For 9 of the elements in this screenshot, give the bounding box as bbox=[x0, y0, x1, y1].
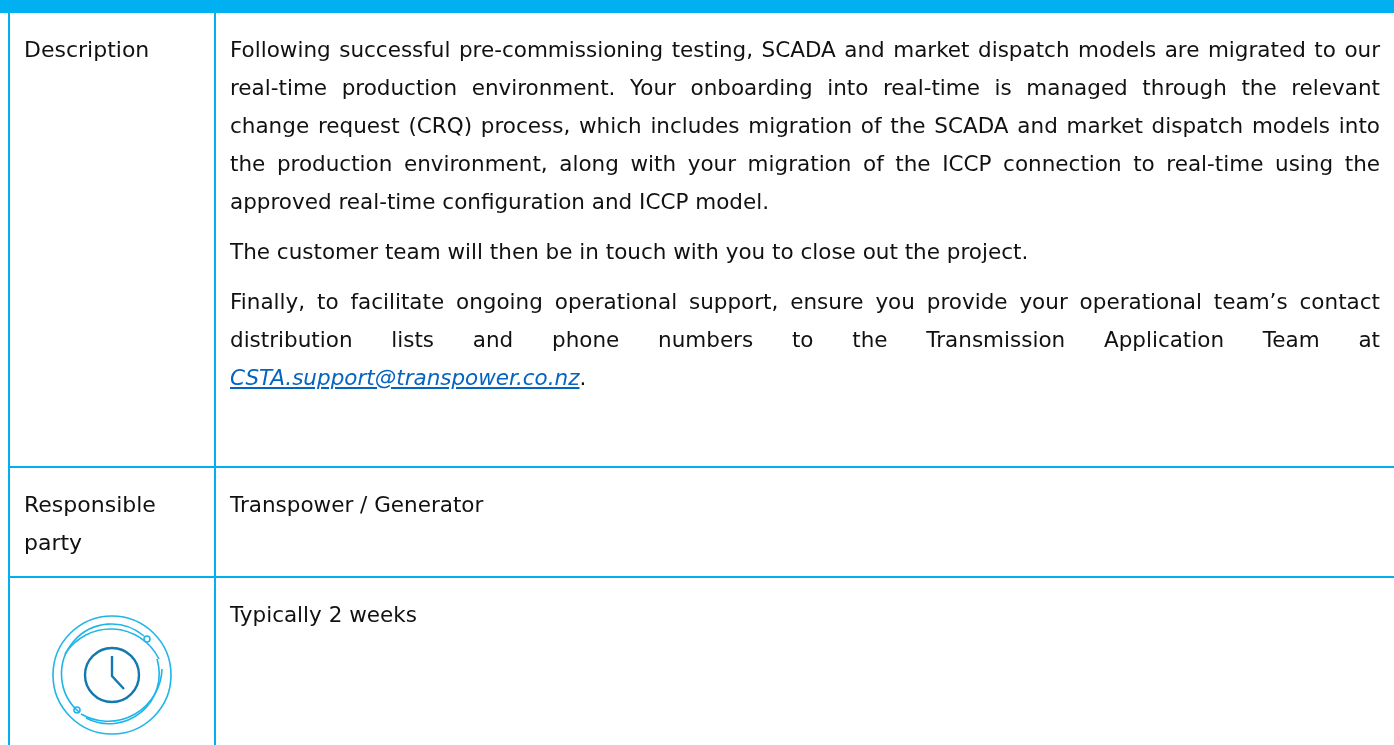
paragraph: Transpower / Generator bbox=[230, 491, 485, 519]
paragraph: The customer team will then be in touch with you to close out the project. bbox=[230, 238, 1030, 266]
paragraph: Typically 2 weeks bbox=[230, 601, 418, 629]
clock-icon bbox=[51, 614, 173, 736]
row-label: Responsible party bbox=[24, 491, 157, 557]
paragraph: Following successful pre-commissioning testing, SCADA and market dispatch models are migrated to our real-time production environment. Your onboarding into real-time is managed through the relevant change request (CRQ) process, which includes migration of the SCADA and market dispatch models into the production environment, along with your migration of the ICCP connection to real-time using the approved real-time configuration and ICCP model. bbox=[230, 36, 1380, 216]
row-label: Description bbox=[24, 36, 151, 64]
email-link[interactable]: CSTA.support@transpower.co.nz bbox=[230, 365, 580, 390]
paragraph: Finally, to facilitate ongoing operational support, ensure you provide your operational team’s contact distribution lists and phone numbers to the Transmission Application Team at CSTA.support@transpower.co.nz. bbox=[230, 288, 1380, 392]
